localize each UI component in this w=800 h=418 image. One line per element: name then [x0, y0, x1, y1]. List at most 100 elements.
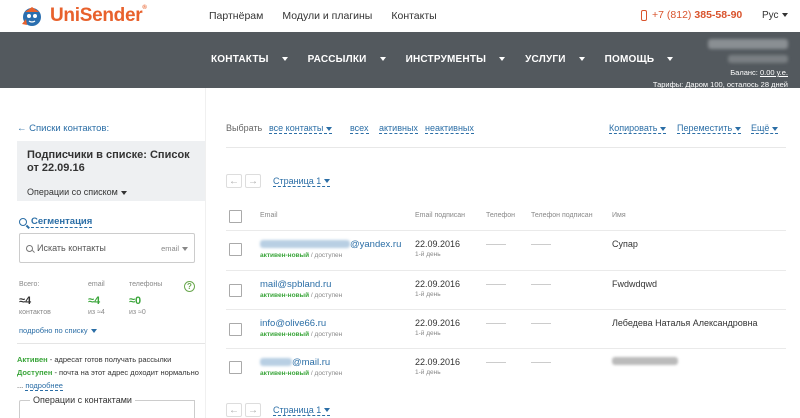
page-select[interactable]: Страница 1 — [273, 405, 331, 416]
row-status: активен-новый / доступен — [260, 292, 343, 299]
select-all-checkbox[interactable] — [229, 210, 242, 223]
row-checkbox[interactable] — [229, 323, 242, 336]
menu-contacts[interactable]: КОНТАКТЫ — [211, 54, 298, 65]
pager-top: ← → Страница 1 — [226, 173, 426, 189]
table-row[interactable]: @yandex.ru активен-новый / доступен 22.0… — [226, 230, 786, 268]
row-email[interactable]: mail@spbland.ru — [260, 279, 331, 290]
list-ops-bar: Операции со списком — [17, 187, 205, 201]
row-phone-empty — [486, 362, 506, 363]
row-phone-empty — [486, 244, 506, 245]
search-placeholder: Искать контакты — [37, 243, 106, 253]
top-nav: Партнёрам Модули и плагины Контакты — [209, 10, 456, 22]
row-name: Лебедева Наталья Александровна — [612, 318, 758, 328]
legend-active-label: Активен — [17, 355, 48, 364]
row-checkbox[interactable] — [229, 243, 242, 256]
prev-page-button[interactable]: ← — [226, 403, 242, 417]
row-status: активен-новый / доступен — [260, 252, 343, 259]
search-icon — [19, 218, 27, 226]
row-checkbox[interactable] — [229, 284, 242, 297]
table-header: Email Email подписан Телефон Телефон под… — [226, 208, 786, 226]
more-dropdown[interactable]: Ещё — [751, 123, 779, 134]
toolbar: Выбрать все контакты всех активных неакт… — [226, 123, 786, 135]
topnav-modules[interactable]: Модули и плагины — [282, 10, 372, 22]
row-date: 22.09.2016 — [415, 239, 461, 249]
topnav-contacts[interactable]: Контакты — [391, 10, 436, 22]
brand-mark: ® — [142, 5, 147, 11]
stats-email-header: email — [88, 281, 105, 288]
back-to-lists-link[interactable]: ← Списки контактов: — [17, 123, 109, 134]
list-ops-dropdown[interactable]: Операции со списком — [27, 187, 205, 197]
col-phone-subscribed[interactable]: Телефон подписан — [531, 212, 593, 219]
menu-mailings[interactable]: РАССЫЛКИ — [308, 54, 396, 65]
next-page-button[interactable]: → — [245, 403, 261, 417]
stats-email-sub: из ≈4 — [88, 309, 105, 316]
balance-value[interactable]: 0.00 у.е. — [760, 68, 788, 77]
topnav-partners[interactable]: Партнёрам — [209, 10, 263, 22]
select-all-contacts-dropdown[interactable]: все контакты — [269, 123, 333, 134]
search-icon — [26, 244, 33, 252]
chevron-down-icon — [324, 179, 331, 184]
page-select[interactable]: Страница 1 — [273, 176, 331, 187]
row-status: активен-новый / доступен — [260, 331, 343, 338]
list-detail-link[interactable]: подробно по списку — [19, 326, 97, 335]
chevron-down-icon — [326, 126, 333, 131]
copy-dropdown[interactable]: Копировать — [609, 123, 667, 134]
table-row[interactable]: info@olive66.ru активен-новый / доступен… — [226, 309, 786, 347]
row-status: активен-новый / доступен — [260, 370, 343, 377]
help-icon[interactable]: ? — [184, 281, 195, 292]
select-label: Выбрать — [226, 123, 263, 133]
row-phone-sub-empty — [531, 244, 551, 245]
col-email[interactable]: Email — [260, 212, 278, 219]
chevron-down-icon — [781, 13, 788, 18]
stats-phones-header: телефоны — [129, 281, 163, 288]
search-field-select[interactable]: email — [161, 244, 188, 253]
menu-services[interactable]: УСЛУГИ — [525, 54, 595, 65]
table-row[interactable]: mail@spbland.ru активен-новый / доступен… — [226, 270, 786, 308]
chevron-down-icon — [660, 126, 667, 131]
chevron-down-icon — [182, 246, 188, 251]
main-nav: КОНТАКТЫ РАССЫЛКИ ИНСТРУМЕНТЫ УСЛУГИ ПОМ… — [0, 32, 800, 91]
row-phone-sub-empty — [531, 362, 551, 363]
account-email-hidden — [728, 55, 788, 63]
tariff-value[interactable]: Даром 100 — [685, 80, 722, 89]
chevron-down-icon — [324, 408, 331, 413]
logo-icon — [20, 4, 44, 28]
filter-inactive[interactable]: неактивных — [425, 123, 474, 134]
hidden-text — [260, 358, 292, 367]
move-dropdown[interactable]: Переместить — [677, 123, 742, 134]
segmentation-link[interactable]: Сегментация — [19, 216, 93, 228]
sidebar: ← Списки контактов: Подписчики в списке:… — [0, 88, 205, 418]
chevron-down-icon — [772, 126, 779, 131]
filter-active[interactable]: активных — [379, 123, 418, 134]
col-email-subscribed[interactable]: Email подписан — [415, 212, 465, 219]
search-input[interactable]: Искать контакты email — [19, 233, 195, 263]
contact-ops-box: Операции с контактами — [19, 395, 195, 418]
col-name[interactable]: Имя — [612, 212, 626, 219]
row-name: Супар — [612, 239, 638, 249]
chevron-down-icon — [499, 57, 506, 62]
row-name: Fwdwdqwd — [612, 279, 658, 289]
account-info: Баланс: 0.00 у.е. Тарифы: Даром 100, ост… — [653, 39, 788, 91]
language-select[interactable]: Рус — [762, 10, 788, 21]
language-label: Рус — [762, 10, 779, 21]
next-page-button[interactable]: → — [245, 174, 261, 188]
tariff-label: Тарифы: — [652, 80, 684, 89]
stats-total-sub: контактов — [19, 309, 51, 316]
list-title: Подписчики в списке: Список от 22.09.16 — [27, 149, 190, 174]
logo[interactable]: UniSender® — [20, 3, 147, 29]
account-name-hidden[interactable] — [708, 39, 788, 49]
row-checkbox[interactable] — [229, 361, 242, 374]
row-email[interactable]: @yandex.ru — [260, 239, 401, 250]
prev-page-button[interactable]: ← — [226, 174, 242, 188]
row-email[interactable]: info@olive66.ru — [260, 318, 326, 329]
filter-all[interactable]: всех — [350, 123, 369, 134]
row-ago: 1-й день — [415, 251, 441, 258]
legend-active-text: - адресат готов получать рассылки — [47, 355, 172, 364]
row-email[interactable]: @mail.ru — [260, 357, 330, 368]
col-phone[interactable]: Телефон — [486, 212, 515, 219]
menu-tools[interactable]: ИНСТРУМЕНТЫ — [406, 54, 516, 65]
stats-email-value: ≈4 — [88, 295, 101, 307]
phone[interactable]: +7 (812) 385-58-90 — [641, 9, 742, 21]
legend-more-link[interactable]: подробнее — [25, 381, 63, 391]
table-row[interactable]: @mail.ru активен-новый / доступен 22.09.… — [226, 348, 786, 386]
